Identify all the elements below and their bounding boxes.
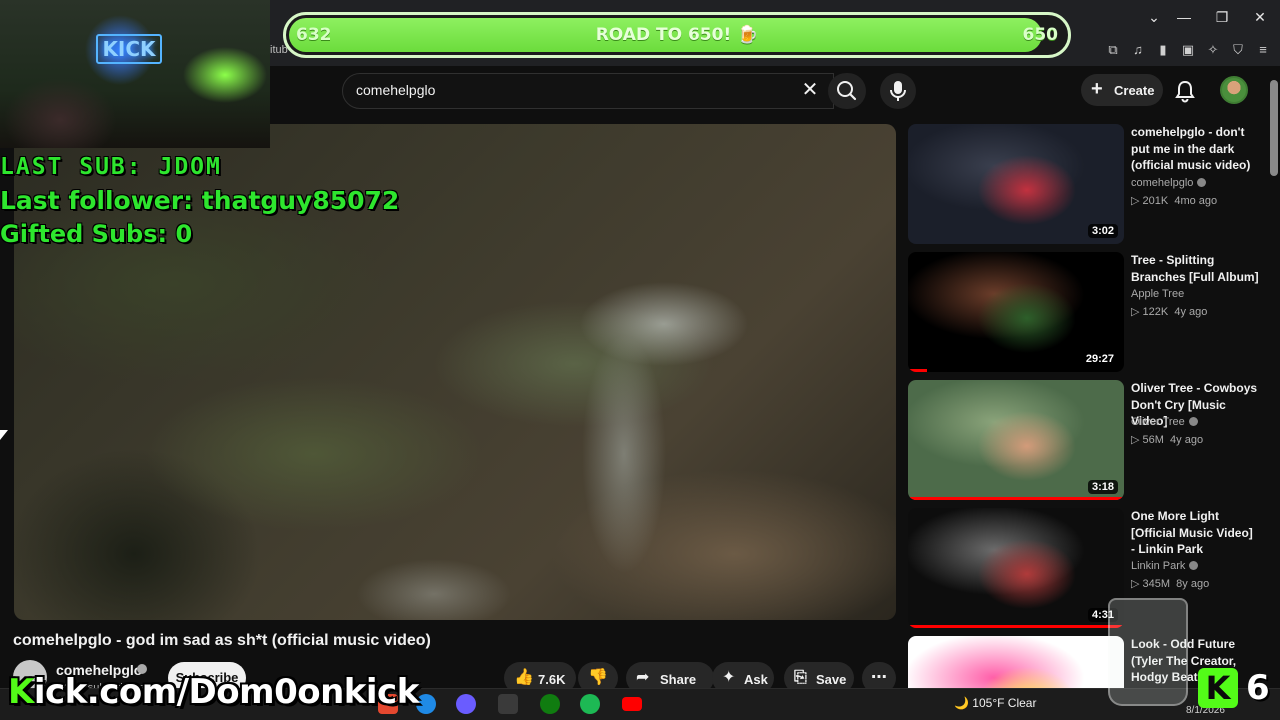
page-scrollbar[interactable] <box>1270 80 1278 176</box>
watch-progress-bar <box>908 497 1124 500</box>
watch-progress-bar <box>908 369 927 372</box>
rec-meta: ▷ 122K 4y ago <box>1131 306 1208 318</box>
minimize-button[interactable]: — <box>1172 8 1196 26</box>
share-label: Share <box>660 672 697 687</box>
duration-badge: 3:02 <box>1087 224 1118 238</box>
thumbs-down-icon: 👎 <box>588 669 608 686</box>
star-icon[interactable]: ✧ <box>1204 42 1222 58</box>
thumbs-up-icon: 👍 <box>514 669 534 686</box>
ellipsis-icon: ⋯ <box>871 669 887 686</box>
close-window-button[interactable]: ✕ <box>1248 8 1272 26</box>
create-label: Create <box>1114 83 1155 98</box>
rec-thumbnail[interactable] <box>908 636 1124 688</box>
edge-icon[interactable] <box>416 694 436 714</box>
voice-search-button[interactable] <box>880 73 916 109</box>
rec-title[interactable]: comehelpglo - don't put me in the dark (… <box>1131 124 1259 174</box>
microphone-icon <box>890 81 906 101</box>
rec-meta: ▷ 56M 4y ago <box>1131 434 1204 446</box>
sub-goal-bar: 632 ROAD TO 650! 🍺 650 <box>283 12 1071 58</box>
verified-icon <box>1188 417 1198 426</box>
discord-icon[interactable] <box>456 694 476 714</box>
clear-search-icon[interactable]: ✕ <box>798 78 822 102</box>
viewer-count: 6 <box>1246 668 1270 708</box>
bell-icon <box>1175 80 1195 103</box>
sidebar-icon[interactable]: ▮ <box>1154 42 1172 58</box>
rec-channel[interactable]: Apple Tree <box>1131 288 1184 300</box>
puzzle-icon[interactable]: ⧉ <box>1104 42 1122 58</box>
webcam-overlay: KICK <box>0 0 270 148</box>
kick-logo-icon: K <box>1198 668 1238 708</box>
rec-thumbnail[interactable]: 4:31 <box>908 508 1124 628</box>
shield-icon[interactable]: ⛉ <box>1229 42 1247 58</box>
verified-icon <box>1189 561 1199 570</box>
rec-title[interactable]: One More Light [Official Music Video] - … <box>1131 508 1259 558</box>
wallet-icon[interactable]: ▣ <box>1179 42 1197 58</box>
rec-title[interactable]: Tree - Splitting Branches [Full Album] <box>1131 252 1259 285</box>
goal-title: ROAD TO 650! 🍺 <box>595 25 759 45</box>
save-label: Save <box>816 672 847 687</box>
webcam-neon-sign: KICK <box>96 34 162 64</box>
rec-channel[interactable]: Linkin Park <box>1131 560 1199 572</box>
last-follower-label: Last follower: thatguy85072 <box>0 186 400 215</box>
goal-target: 650 <box>1022 25 1059 45</box>
plus-icon: + <box>1091 78 1103 100</box>
duration-badge: 3:18 <box>1087 480 1118 494</box>
search-button[interactable] <box>828 73 866 109</box>
sparkle-icon: ✦ <box>722 669 736 686</box>
account-avatar[interactable] <box>1220 76 1248 104</box>
duration-badge: 29:27 <box>1081 352 1118 366</box>
music-icon[interactable]: ♫ <box>1129 42 1147 58</box>
spotify-icon[interactable] <box>580 694 600 714</box>
rec-item[interactable]: 29:27 Tree - Splitting Branches [Full Al… <box>908 252 1263 374</box>
tab-list-chevron-icon[interactable]: ⌄ <box>1142 8 1166 26</box>
moon-icon: 🌙 <box>954 696 969 710</box>
gifted-subs-label: Gifted Subs: 0 <box>0 220 193 248</box>
rec-thumbnail[interactable]: 29:27 <box>908 252 1124 372</box>
share-icon: ➦ <box>636 669 650 686</box>
watch-progress-bar <box>908 625 1124 628</box>
xbox-icon[interactable] <box>540 694 560 714</box>
rec-meta: ▷ 345M 8y ago <box>1131 578 1210 590</box>
like-count: 7.6K <box>538 672 566 687</box>
create-button[interactable]: + Create <box>1081 74 1163 106</box>
rec-thumbnail[interactable]: 3:02 <box>908 124 1124 244</box>
notifications-button[interactable] <box>1172 78 1198 104</box>
bookmark-icon: ⎘ <box>794 669 807 686</box>
rec-thumbnail[interactable]: 3:18 <box>908 380 1124 500</box>
verified-icon <box>1197 178 1207 187</box>
rec-channel[interactable]: Oliver Tree <box>1131 416 1198 428</box>
search-input[interactable]: comehelpglo <box>356 82 435 98</box>
kick-url-banner: Kick.com/Dom0onkick <box>8 672 419 712</box>
rec-item[interactable]: 3:18 Oliver Tree - Cowboys Don't Cry [Mu… <box>908 380 1263 502</box>
rec-item[interactable]: 4:31 One More Light [Official Music Vide… <box>908 508 1263 630</box>
terminal-icon[interactable] <box>498 694 518 714</box>
search-icon <box>837 81 857 101</box>
rec-channel[interactable]: comehelpglo <box>1131 177 1207 189</box>
mouse-cursor-icon <box>0 430 8 440</box>
glass-cup-overlay <box>1108 598 1188 706</box>
maximize-button[interactable]: ❐ <box>1210 8 1234 26</box>
more-icon[interactable]: ≡ <box>1254 42 1272 58</box>
ask-label: Ask <box>744 672 768 687</box>
last-sub-label: LAST SUB: JDOM <box>0 154 222 180</box>
rec-meta: ▷ 201K 4mo ago <box>1131 195 1218 207</box>
rec-item[interactable]: 3:02 comehelpglo - don't put me in the d… <box>908 124 1263 246</box>
weather-widget[interactable]: 🌙 105°F Clear <box>954 696 1036 710</box>
youtube-icon[interactable] <box>622 697 642 711</box>
video-title: comehelpglo - god im sad as sh*t (offici… <box>13 632 431 649</box>
